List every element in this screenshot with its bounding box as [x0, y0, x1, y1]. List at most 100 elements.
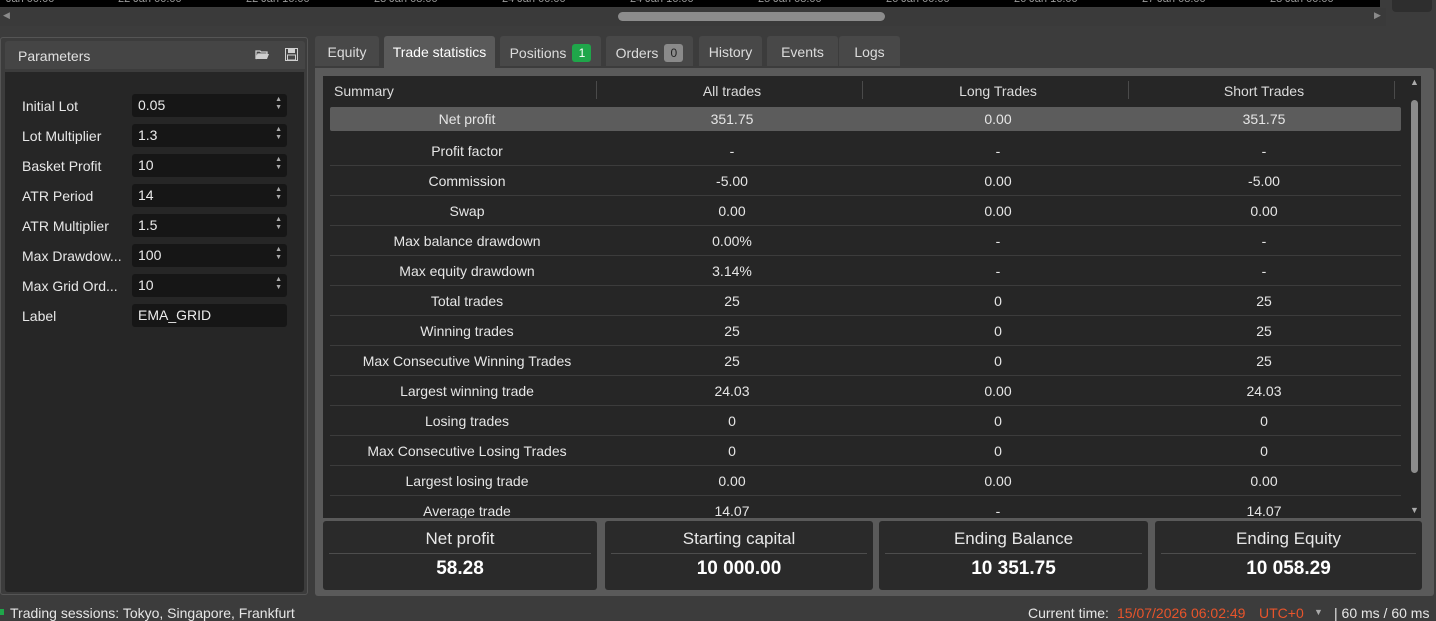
- scroll-up-icon[interactable]: ▲: [1410, 77, 1419, 87]
- parameter-input[interactable]: EMA_GRID: [132, 304, 287, 327]
- table-row[interactable]: Largest winning trade 24.03 0.00 24.03: [330, 376, 1401, 406]
- summary-card: Ending Balance 10 351.75: [879, 521, 1148, 590]
- header-short-trades[interactable]: Short Trades: [1136, 83, 1392, 99]
- table-cell: -: [995, 233, 1001, 249]
- table-row[interactable]: Losing trades 0 0 0: [330, 406, 1401, 436]
- spinner-arrows-icon[interactable]: ▲ ▼: [275, 96, 282, 112]
- chart-horizontal-scrollbar[interactable]: ◀ ▶: [0, 8, 1386, 26]
- parameter-input[interactable]: 10 ▲ ▼: [132, 274, 287, 297]
- table-cell: -: [995, 503, 1001, 518]
- summary-title: Net profit: [425, 529, 495, 548]
- table-row[interactable]: Total trades 25 0 25: [330, 286, 1401, 316]
- column-divider[interactable]: [862, 81, 863, 99]
- parameter-input[interactable]: 0.05 ▲ ▼: [132, 94, 287, 117]
- parameter-value[interactable]: EMA_GRID: [138, 307, 211, 323]
- parameter-row: Max Grid Ord... 10 ▲ ▼: [5, 274, 304, 298]
- parameter-input[interactable]: 1.5 ▲ ▼: [132, 214, 287, 237]
- table-row[interactable]: Winning trades 25 0 25: [330, 316, 1401, 346]
- table-row[interactable]: Profit factor - - -: [330, 136, 1401, 166]
- timeline-label: Jan 00:00: [6, 0, 54, 5]
- spinner-arrows-icon[interactable]: ▲ ▼: [275, 156, 282, 172]
- header-long-trades[interactable]: Long Trades: [870, 83, 1126, 99]
- chevron-down-icon[interactable]: ▼: [1314, 607, 1323, 617]
- scroll-right-icon[interactable]: ▶: [1374, 10, 1381, 21]
- scroll-thumb[interactable]: [618, 12, 885, 21]
- chart-area: Jan 00:00 22 Jan 00:00 22 Jan 16:00 23 Jan …: [0, 0, 1386, 28]
- tab-positions[interactable]: Positions 1: [500, 36, 601, 66]
- table-cell: 0: [994, 413, 1002, 429]
- open-folder-icon[interactable]: [255, 48, 269, 61]
- parameter-row: Max Drawdow... 100 ▲ ▼: [5, 244, 304, 268]
- parameter-input[interactable]: 1.3 ▲ ▼: [132, 124, 287, 147]
- parameter-value[interactable]: 14: [138, 187, 154, 203]
- tab-events[interactable]: Events: [767, 36, 838, 66]
- parameter-value[interactable]: 10: [138, 157, 154, 173]
- column-divider[interactable]: [1394, 81, 1395, 99]
- timezone-selector[interactable]: UTC+0: [1259, 605, 1304, 621]
- table-row[interactable]: Max balance drawdown 0.00% - -: [330, 226, 1401, 256]
- parameter-input[interactable]: 100 ▲ ▼: [132, 244, 287, 267]
- parameter-value[interactable]: 100: [138, 247, 161, 263]
- table-cell: 0: [994, 293, 1002, 309]
- table-vertical-scrollbar[interactable]: ▲ ▼: [1407, 76, 1421, 518]
- table-row[interactable]: Max Consecutive Losing Trades 0 0 0: [330, 436, 1401, 466]
- table-row[interactable]: Max equity drawdown 3.14% - -: [330, 256, 1401, 286]
- table-row[interactable]: Swap 0.00 0.00 0.00: [330, 196, 1401, 226]
- header-all-trades[interactable]: All trades: [604, 83, 860, 99]
- timeline-label: 27 Jan 08:00: [1142, 0, 1206, 5]
- parameters-title: Parameters: [18, 48, 91, 64]
- chart-timeline: Jan 00:00 22 Jan 00:00 22 Jan 16:00 23 Jan …: [0, 0, 1380, 7]
- spinner-arrows-icon[interactable]: ▲ ▼: [275, 126, 282, 142]
- header-summary[interactable]: Summary: [334, 83, 394, 99]
- divider: [1161, 553, 1416, 554]
- scroll-thumb[interactable]: [1411, 100, 1418, 473]
- table-row[interactable]: Average trade 14.07 - 14.07: [330, 496, 1401, 518]
- column-divider[interactable]: [1128, 81, 1129, 99]
- spinner-arrows-icon[interactable]: ▲ ▼: [275, 186, 282, 202]
- timeline-label: 25 Jan 08:00: [758, 0, 822, 5]
- column-divider[interactable]: [596, 81, 597, 99]
- table-cell: 0.00%: [712, 233, 752, 249]
- save-icon[interactable]: [285, 48, 299, 61]
- table-cell: 0: [994, 323, 1002, 339]
- table-row[interactable]: Max Consecutive Winning Trades 25 0 25: [330, 346, 1401, 376]
- tab-orders[interactable]: Orders 0: [606, 36, 693, 66]
- table-cell: Max balance drawdown: [393, 233, 541, 249]
- table-row[interactable]: Commission -5.00 0.00 -5.00: [330, 166, 1401, 196]
- spinner-arrows-icon[interactable]: ▲ ▼: [275, 246, 282, 262]
- parameter-label: ATR Period: [22, 188, 94, 204]
- table-cell: Largest losing trade: [405, 473, 529, 489]
- table-cell: 0.00: [984, 383, 1012, 399]
- parameter-row: Basket Profit 10 ▲ ▼: [5, 154, 304, 178]
- table-row[interactable]: Net profit 351.75 0.00 351.75: [330, 107, 1401, 131]
- parameter-value[interactable]: 10: [138, 277, 154, 293]
- parameter-value[interactable]: 1.5: [138, 217, 157, 233]
- parameter-value[interactable]: 0.05: [138, 97, 165, 113]
- table-cell: 25: [1256, 323, 1272, 339]
- tab-trade-statistics[interactable]: Trade statistics: [384, 36, 495, 68]
- summary-value: 10 058.29: [1246, 558, 1331, 579]
- parameter-input[interactable]: 14 ▲ ▼: [132, 184, 287, 207]
- tab-equity[interactable]: Equity: [315, 36, 379, 66]
- table-row[interactable]: Largest losing trade 0.00 0.00 0.00: [330, 466, 1401, 496]
- timeline-label: 26 Jan 16:00: [1014, 0, 1078, 5]
- timeline-label: 22 Jan 00:00: [118, 0, 182, 5]
- table-cell: -: [995, 143, 1001, 159]
- table-cell: 25: [1256, 293, 1272, 309]
- parameter-row: Label EMA_GRID: [5, 304, 304, 328]
- tab-history[interactable]: History: [699, 36, 762, 66]
- parameter-value[interactable]: 1.3: [138, 127, 157, 143]
- parameter-label: Initial Lot: [22, 98, 79, 114]
- tab-logs[interactable]: Logs: [839, 36, 900, 66]
- table-cell: 0: [1260, 413, 1268, 429]
- spinner-arrows-icon[interactable]: ▲ ▼: [275, 276, 282, 292]
- status-bar: Trading sessions: Tokyo, Singapore, Fran…: [0, 603, 1436, 621]
- scroll-down-icon[interactable]: ▼: [1410, 505, 1419, 515]
- tab-label: Trade statistics: [392, 44, 487, 60]
- scroll-left-icon[interactable]: ◀: [3, 10, 10, 21]
- timeline-label: 24 Jan 00:00: [502, 0, 566, 5]
- timeline-label: 22 Jan 16:00: [246, 0, 310, 5]
- parameter-input[interactable]: 10 ▲ ▼: [132, 154, 287, 177]
- spinner-arrows-icon[interactable]: ▲ ▼: [275, 216, 282, 232]
- parameter-label: Lot Multiplier: [22, 128, 102, 144]
